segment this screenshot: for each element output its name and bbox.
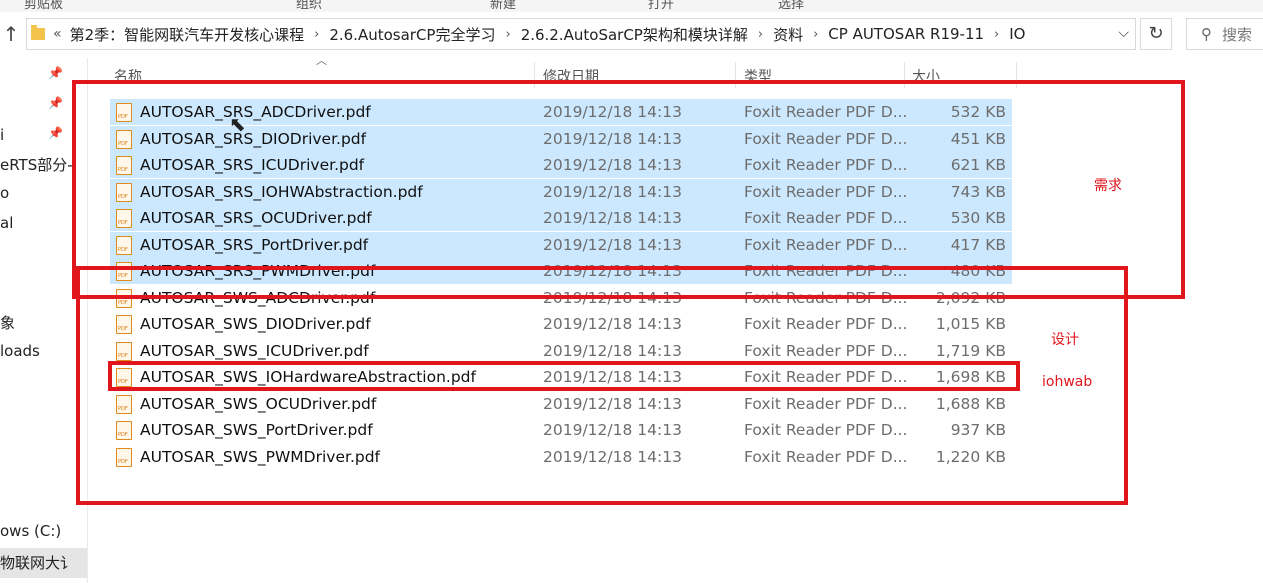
pin-icon[interactable]: 📌: [48, 66, 63, 80]
search-placeholder: 搜索: [1222, 25, 1253, 44]
search-icon: ⚲: [1201, 25, 1212, 43]
annotation-label-design: 设计: [1051, 332, 1079, 348]
ribbon-label-clipboard[interactable]: 剪贴板: [24, 0, 63, 12]
ribbon-label-organize[interactable]: 组织: [296, 0, 322, 12]
chevron-right-icon[interactable]: ›: [813, 27, 818, 42]
ribbon-label-open[interactable]: 打开: [648, 0, 674, 12]
annotation-label-iohwab: iohwab: [1042, 374, 1093, 390]
breadcrumb-overflow[interactable]: «: [53, 26, 62, 42]
address-bar[interactable]: « 第2季：智能网联汽车开发核心课程 › 2.6.AutosarCP完全学习 ›…: [26, 18, 1136, 50]
breadcrumb-item[interactable]: 2.6.AutosarCP完全学习: [329, 24, 495, 45]
sort-ascending-icon: ︿: [316, 54, 327, 67]
navigation-bar: ↑ « 第2季：智能网联汽车开发核心课程 › 2.6.AutosarCP完全学习…: [0, 12, 1263, 58]
nav-item[interactable]: 象: [0, 312, 15, 333]
breadcrumb-item-current[interactable]: IO: [1009, 25, 1025, 43]
chevron-right-icon[interactable]: ›: [758, 27, 763, 42]
breadcrumb-item[interactable]: 2.6.2.AutoSarCP架构和模块详解: [521, 24, 748, 45]
nav-item[interactable]: i: [0, 126, 4, 144]
annotation-box-iohwab: [108, 361, 1020, 391]
chevron-right-icon[interactable]: ›: [505, 27, 510, 42]
folder-icon: [31, 25, 45, 40]
pin-icon[interactable]: 📌: [48, 96, 63, 110]
breadcrumb: « 第2季：智能网联汽车开发核心课程 › 2.6.AutosarCP完全学习 ›…: [53, 24, 1025, 45]
chevron-down-icon[interactable]: ⌵: [1118, 25, 1129, 41]
annotation-label-requirements: 需求: [1094, 178, 1122, 194]
ribbon-label-new[interactable]: 新建: [490, 0, 516, 12]
nav-item[interactable]: o: [0, 184, 9, 202]
nav-item[interactable]: eRTS部分-: [0, 154, 73, 175]
chevron-right-icon[interactable]: ›: [994, 27, 999, 42]
breadcrumb-item[interactable]: 第2季：智能网联汽车开发核心课程: [70, 24, 305, 45]
nav-item[interactable]: loads: [0, 342, 40, 360]
nav-item[interactable]: 物联网大讠: [0, 552, 75, 573]
chevron-right-icon[interactable]: ›: [314, 27, 319, 42]
breadcrumb-item[interactable]: 资料: [773, 24, 803, 45]
nav-item[interactable]: al: [0, 214, 13, 232]
ribbon: 剪贴板 组织 新建 打开 选择: [0, 0, 1263, 12]
refresh-icon[interactable]: ↻: [1140, 18, 1172, 50]
pin-icon[interactable]: 📌: [48, 126, 63, 140]
search-input[interactable]: ⚲ 搜索: [1186, 18, 1263, 50]
nav-item-drive-c[interactable]: ows (C:): [0, 522, 61, 540]
up-arrow-icon[interactable]: ↑: [0, 22, 22, 46]
breadcrumb-item[interactable]: CP AUTOSAR R19-11: [828, 25, 984, 43]
ribbon-label-select[interactable]: 选择: [778, 0, 804, 12]
